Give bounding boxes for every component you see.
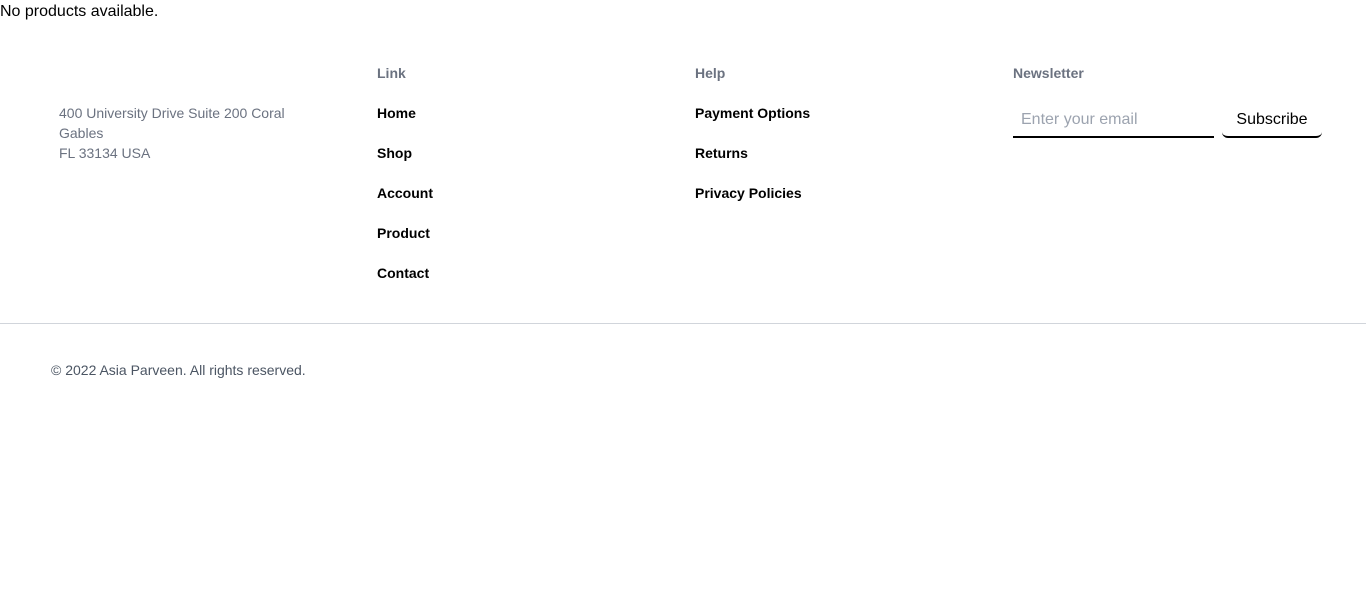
footer-link-product[interactable]: Product — [377, 224, 433, 242]
footer-link-payment-options[interactable]: Payment Options — [695, 104, 810, 122]
newsletter-heading: Newsletter — [1013, 65, 1084, 81]
footer-link-shop[interactable]: Shop — [377, 144, 433, 162]
footer-link-contact[interactable]: Contact — [377, 264, 433, 282]
footer-link-returns[interactable]: Returns — [695, 144, 810, 162]
copyright-text: © 2022 Asia Parveen. All rights reserved… — [51, 362, 306, 378]
footer-help-column: Help Payment Options Returns Privacy Pol… — [695, 64, 810, 224]
footer: 400 University Drive Suite 200 Coral Gab… — [0, 0, 1366, 323]
footer-links-column: Link Home Shop Account Product Contact — [377, 64, 433, 304]
footer-link-home[interactable]: Home — [377, 104, 433, 122]
help-heading: Help — [695, 65, 726, 81]
footer-address: 400 University Drive Suite 200 Coral Gab… — [59, 103, 309, 163]
links-heading: Link — [377, 65, 406, 81]
footer-divider — [0, 323, 1366, 324]
footer-newsletter-column: Newsletter Subscribe — [1013, 64, 1322, 138]
newsletter-form: Subscribe — [1013, 104, 1322, 138]
address-line-1: 400 University Drive Suite 200 Coral Gab… — [59, 105, 285, 141]
footer-link-privacy-policies[interactable]: Privacy Policies — [695, 184, 810, 202]
newsletter-email-input[interactable] — [1013, 104, 1214, 138]
footer-link-account[interactable]: Account — [377, 184, 433, 202]
address-line-2: FL 33134 USA — [59, 145, 151, 161]
subscribe-button[interactable]: Subscribe — [1222, 104, 1322, 138]
